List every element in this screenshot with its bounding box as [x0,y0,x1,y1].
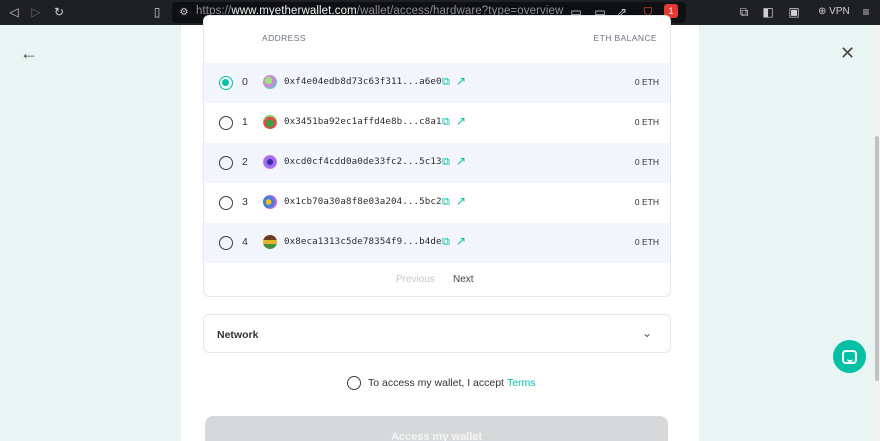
address-radio[interactable] [219,76,233,90]
row-index: 2 [242,156,248,168]
address-avatar [263,155,277,169]
menu-icon[interactable]: ≡ [858,4,874,20]
next-button[interactable]: Next [453,274,474,285]
col-header-balance: ETH BALANCE [593,33,657,43]
terms-checkbox-row[interactable]: To access my wallet, I accept Terms [347,375,536,391]
wallet-icon[interactable]: ▣ [786,4,802,20]
chevron-down-icon[interactable]: ⌄ [642,326,656,340]
address-text: 0x8eca1313c5de78354f9...b4de [284,236,442,247]
copy-icon[interactable]: ⧉ [442,76,453,88]
network-selector[interactable]: Network ⌄ [203,314,671,353]
address-text: 0xf4e04edb8d73c63f311...a6e0 [284,76,442,87]
external-link-icon[interactable]: ↗ [456,235,468,247]
row-index: 3 [242,196,248,208]
copy-icon[interactable]: ⧉ [442,156,453,168]
access-card: ADDRESS ETH BALANCE 0 0xf4e04edb8d73c63f3… [181,15,699,441]
address-radio[interactable] [219,196,233,210]
network-label: Network [217,329,259,341]
address-avatar [263,195,277,209]
close-icon[interactable]: ✕ [840,43,860,63]
previous-button[interactable]: Previous [396,274,435,285]
page: ← ✕ ADDRESS ETH BALANCE 0 0xf4e04edb8d73c… [0,15,880,441]
row-index: 1 [242,116,248,128]
vpn-button[interactable]: ⊕ VPN [818,6,850,17]
back-arrow-icon[interactable]: ← [20,43,40,63]
external-link-icon[interactable]: ↗ [456,195,468,207]
terms-checkbox[interactable] [347,376,361,390]
address-avatar [263,75,277,89]
copy-icon[interactable]: ⧉ [442,196,453,208]
address-table: ADDRESS ETH BALANCE 0 0xf4e04edb8d73c63f3… [203,15,671,297]
scrollbar-thumb[interactable] [875,136,879,381]
eth-balance: 0 ETH [634,237,659,247]
address-text: 0x1cb70a30a8f8e03a204...5bc2 [284,196,442,207]
row-index: 4 [242,236,248,248]
copy-icon[interactable]: ⧉ [442,116,453,128]
reload-icon[interactable]: ↻ [51,4,67,20]
address-radio[interactable] [219,116,233,130]
address-avatar [263,235,277,249]
terms-link[interactable]: Terms [507,377,536,389]
back-icon[interactable]: ◁ [6,4,22,20]
forward-icon[interactable]: ▷ [28,4,44,20]
table-row[interactable]: 3 0x1cb70a30a8f8e03a204...5bc2 ⧉ ↗ 0 ETH [204,183,670,223]
address-avatar [263,115,277,129]
sidebar-icon[interactable]: ◧ [760,4,776,20]
access-wallet-button[interactable]: Access my wallet [205,416,668,441]
bookmark-icon[interactable]: ▯ [149,4,165,20]
eth-balance: 0 ETH [634,117,659,127]
address-radio[interactable] [219,156,233,170]
external-link-icon[interactable]: ↗ [456,75,468,87]
external-link-icon[interactable]: ↗ [456,155,468,167]
table-row[interactable]: 1 0x3451ba92ec1affd4e8b...c8a1 ⧉ ↗ 0 ETH [204,103,670,143]
eth-balance: 0 ETH [634,157,659,167]
eth-balance: 0 ETH [634,77,659,87]
chat-icon [842,349,857,364]
address-text: 0xcd0cf4cdd0a0de33fc2...5c13 [284,156,442,167]
external-link-icon[interactable]: ↗ [456,115,468,127]
copy-icon[interactable]: ⧉ [442,236,453,248]
table-row[interactable]: 0 0xf4e04edb8d73c63f311...a6e0 ⧉ ↗ 0 ETH [204,63,670,103]
row-index: 0 [242,76,248,88]
address-radio[interactable] [219,236,233,250]
extensions-icon[interactable]: ⧉ [736,4,752,20]
chat-button[interactable] [833,340,866,373]
table-row[interactable]: 2 0xcd0cf4cdd0a0de33fc2...5c13 ⧉ ↗ 0 ETH [204,143,670,183]
terms-text: To access my wallet, I accept [368,377,504,389]
site-settings-icon[interactable]: ⚙ [176,4,192,20]
col-header-address: ADDRESS [262,33,306,43]
table-row[interactable]: 4 0x8eca1313c5de78354f9...b4de ⧉ ↗ 0 ETH [204,223,670,263]
address-text: 0x3451ba92ec1affd4e8b...c8a1 [284,116,442,127]
eth-balance: 0 ETH [634,197,659,207]
